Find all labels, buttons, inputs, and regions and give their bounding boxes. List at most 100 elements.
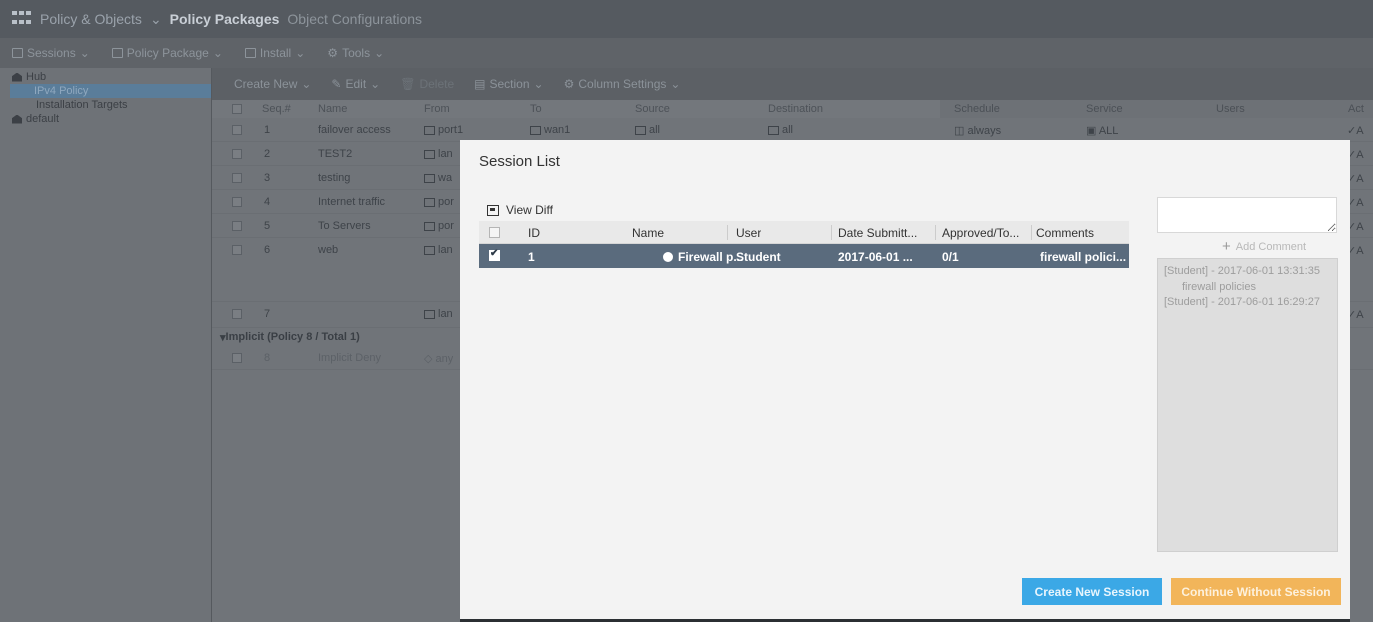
column-name[interactable]: Name <box>632 226 664 240</box>
section-icon: ▤ <box>474 77 486 91</box>
row-seq: 5 <box>264 220 271 232</box>
delete-button[interactable]: 🗑 Delete <box>400 77 454 91</box>
column-user[interactable]: User <box>736 226 761 240</box>
interface-icon <box>424 245 435 255</box>
chevron-down-icon: ⌄ <box>149 10 162 27</box>
view-diff-label: View Diff <box>506 203 553 217</box>
row-seq: 1 <box>264 124 271 136</box>
row-from: lan <box>424 308 453 320</box>
row-seq: 6 <box>264 244 271 256</box>
column-approved[interactable]: Approved/To... <box>942 226 1019 240</box>
package-icon <box>12 114 22 124</box>
column-service[interactable]: Service <box>1086 103 1123 115</box>
row-to: wan1 <box>530 124 570 136</box>
tree-item-label: default <box>26 113 60 125</box>
tree-item-default[interactable]: default <box>0 112 211 126</box>
column-date-submitted[interactable]: Date Submitt... <box>838 226 917 240</box>
row-from: por <box>424 220 454 232</box>
column-comments[interactable]: Comments <box>1036 226 1094 240</box>
view-diff-icon <box>487 204 499 216</box>
nav-policy-objects[interactable]: Policy & Objects <box>40 11 142 27</box>
address-icon <box>768 125 779 135</box>
accept-icon: ✓A <box>1347 125 1364 137</box>
row-checkbox[interactable] <box>232 173 242 183</box>
column-schedule[interactable]: Schedule <box>954 103 1000 115</box>
add-comment-button[interactable]: + Add Comment <box>1222 238 1306 255</box>
comment-header: [Student] - 2017-06-01 13:31:35 <box>1164 265 1320 277</box>
column-divider <box>831 225 832 240</box>
row-seq: 3 <box>264 172 271 184</box>
continue-without-session-button[interactable]: Continue Without Session <box>1171 578 1341 605</box>
row-checkbox[interactable] <box>232 197 242 207</box>
tree-item-hub[interactable]: Hub <box>0 70 211 84</box>
column-source[interactable]: Source <box>635 103 670 115</box>
select-all-checkbox[interactable] <box>489 227 500 238</box>
tree-item-label: Hub <box>26 71 47 83</box>
session-approved: 0/1 <box>942 250 959 264</box>
edit-button[interactable]: ✎ Edit ⌄ <box>331 77 380 91</box>
column-seq[interactable]: Seq.# <box>262 103 291 115</box>
column-destination[interactable]: Destination <box>768 103 823 115</box>
tree-item-ipv4-policy[interactable]: IPv4 Policy <box>10 84 211 98</box>
row-from-label: lan <box>438 308 453 320</box>
package-icon <box>111 48 123 58</box>
section-button[interactable]: ▤ Section ⌄ <box>474 77 543 91</box>
row-from-label: lan <box>438 244 453 256</box>
column-from[interactable]: From <box>424 103 450 115</box>
trash-icon: 🗑 <box>400 77 416 91</box>
sessions-menu[interactable]: Sessions ⌄ <box>12 46 90 60</box>
row-checkbox[interactable] <box>232 149 242 159</box>
row-from: lan <box>424 244 453 256</box>
row-name: Internet traffic <box>318 196 386 208</box>
column-action[interactable]: Act <box>1348 103 1364 115</box>
tree-item-label: IPv4 Policy <box>34 85 89 97</box>
row-checkbox-checked[interactable] <box>489 248 500 261</box>
row-source: all <box>635 124 660 136</box>
row-checkbox[interactable] <box>232 125 242 135</box>
tree-item-installation-targets[interactable]: Installation Targets <box>0 98 211 112</box>
install-icon <box>244 48 256 58</box>
tree-item-label: Installation Targets <box>36 99 128 111</box>
tools-menu[interactable]: ⚙ Tools ⌄ <box>327 46 384 60</box>
column-users[interactable]: Users <box>1216 103 1245 115</box>
column-to[interactable]: To <box>530 103 542 115</box>
select-all-checkbox[interactable] <box>232 104 242 114</box>
delete-label: Delete <box>419 77 455 91</box>
app-grid-icon[interactable] <box>12 11 32 27</box>
column-settings-button[interactable]: ⚙ Column Settings ⌄ <box>564 77 681 91</box>
nav-policy-packages[interactable]: Policy Packages <box>170 11 280 27</box>
row-destination-label: all <box>782 124 794 136</box>
row-schedule: ◫ always <box>954 124 1001 137</box>
session-id: 1 <box>528 250 535 264</box>
column-name[interactable]: Name <box>318 103 347 115</box>
chevron-down-icon: ⌄ <box>670 77 681 91</box>
row-name: failover access <box>318 124 391 136</box>
policy-package-menu[interactable]: Policy Package ⌄ <box>111 46 223 60</box>
address-icon <box>635 125 646 135</box>
row-from-label: any <box>435 353 454 365</box>
row-checkbox[interactable] <box>232 221 242 231</box>
create-new-session-button[interactable]: Create New Session <box>1022 578 1162 605</box>
column-divider <box>727 225 728 240</box>
row-from-label: lan <box>438 148 453 160</box>
main-toolbar: Sessions ⌄ Policy Package ⌄ Install ⌄ ⚙ Tool… <box>0 38 1373 68</box>
create-new-button[interactable]: Create New ⌄ <box>234 77 311 91</box>
row-from: ◇ any <box>424 352 453 365</box>
row-service: ▣ ALL <box>1086 124 1118 137</box>
row-checkbox[interactable] <box>232 245 242 255</box>
chevron-down-icon: ⌄ <box>301 77 312 91</box>
session-status-icon <box>663 252 673 262</box>
row-checkbox[interactable] <box>232 353 242 363</box>
install-menu[interactable]: Install ⌄ <box>244 46 305 60</box>
row-seq: 8 <box>264 352 271 364</box>
row-checkbox[interactable] <box>232 309 242 319</box>
nav-object-configurations[interactable]: Object Configurations <box>287 11 422 27</box>
package-icon <box>12 72 22 82</box>
row-from-label: port1 <box>438 124 464 136</box>
interface-icon <box>530 125 541 135</box>
column-id[interactable]: ID <box>528 226 540 240</box>
session-row-selected[interactable]: 1 Firewall p... Student 2017-06-01 ... 0… <box>479 244 1129 268</box>
column-divider <box>1031 225 1032 240</box>
comment-input[interactable] <box>1157 197 1337 233</box>
view-diff-button[interactable]: View Diff <box>487 203 553 217</box>
